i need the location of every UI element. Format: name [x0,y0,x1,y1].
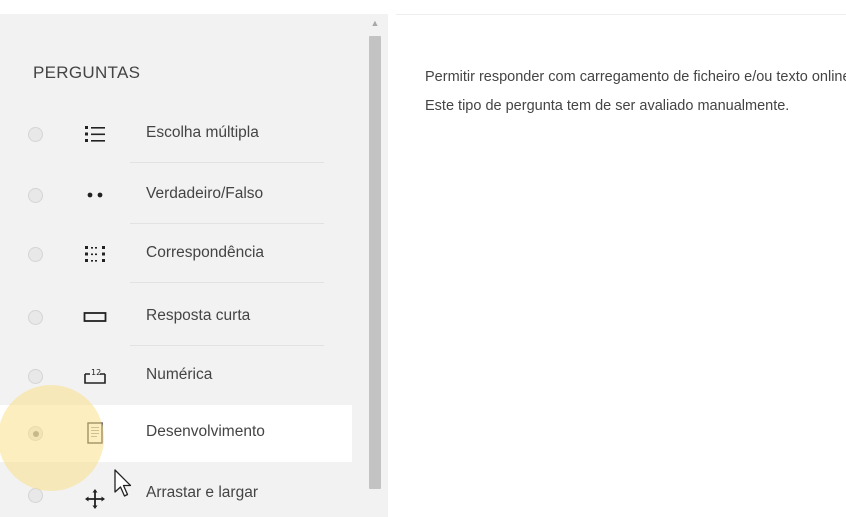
question-type-label: Correspondência [146,244,265,261]
question-type-label: Arrastar e largar [146,484,258,501]
question-type-option[interactable]: Resposta curta [0,289,352,346]
radio-button[interactable] [28,310,43,325]
divider [130,223,324,224]
svg-text:12: 12 [91,368,101,377]
radio-button[interactable] [28,127,43,142]
radio-button[interactable] [28,247,43,262]
question-type-option[interactable]: Correspondência [0,226,352,283]
question-type-list: PERGUNTAS Escolha múltipla Verdadeiro/Fa… [0,14,388,517]
radio-button[interactable] [28,488,43,503]
drag-drop-icon [82,486,108,512]
question-type-label: Numérica [146,366,213,383]
divider [130,282,324,283]
radio-button[interactable] [28,369,43,384]
question-type-label: Resposta curta [146,307,251,324]
essay-document-icon [82,420,108,446]
question-type-description: Permitir responder com carregamento de f… [425,69,846,114]
list-icon [82,121,108,147]
numeric-icon: 12 [82,363,108,389]
short-answer-box-icon [82,304,108,330]
scroll-up-arrow-icon[interactable]: ▲ [370,18,380,28]
scrollbar-thumb[interactable] [369,36,381,489]
question-type-option[interactable]: Arrastar e largar [0,466,352,517]
two-dots-icon [82,182,108,208]
mouse-pointer-icon [114,469,132,497]
question-type-option[interactable]: Escolha múltipla [0,106,352,163]
radio-button-checked[interactable] [28,426,43,441]
divider [130,345,324,346]
divider [130,162,324,163]
matching-grid-icon [82,241,108,267]
question-type-label: Desenvolvimento [146,423,265,440]
radio-button[interactable] [28,188,43,203]
question-type-option-selected[interactable]: Desenvolvimento [0,405,352,462]
question-type-option[interactable]: 12 Numérica [0,348,352,405]
section-title: PERGUNTAS [33,63,141,82]
question-type-label: Verdadeiro/Falso [146,185,264,202]
description-panel: Permitir responder com carregamento de f… [396,14,846,517]
question-type-option[interactable]: Verdadeiro/Falso [0,167,352,224]
question-type-label: Escolha múltipla [146,124,259,141]
